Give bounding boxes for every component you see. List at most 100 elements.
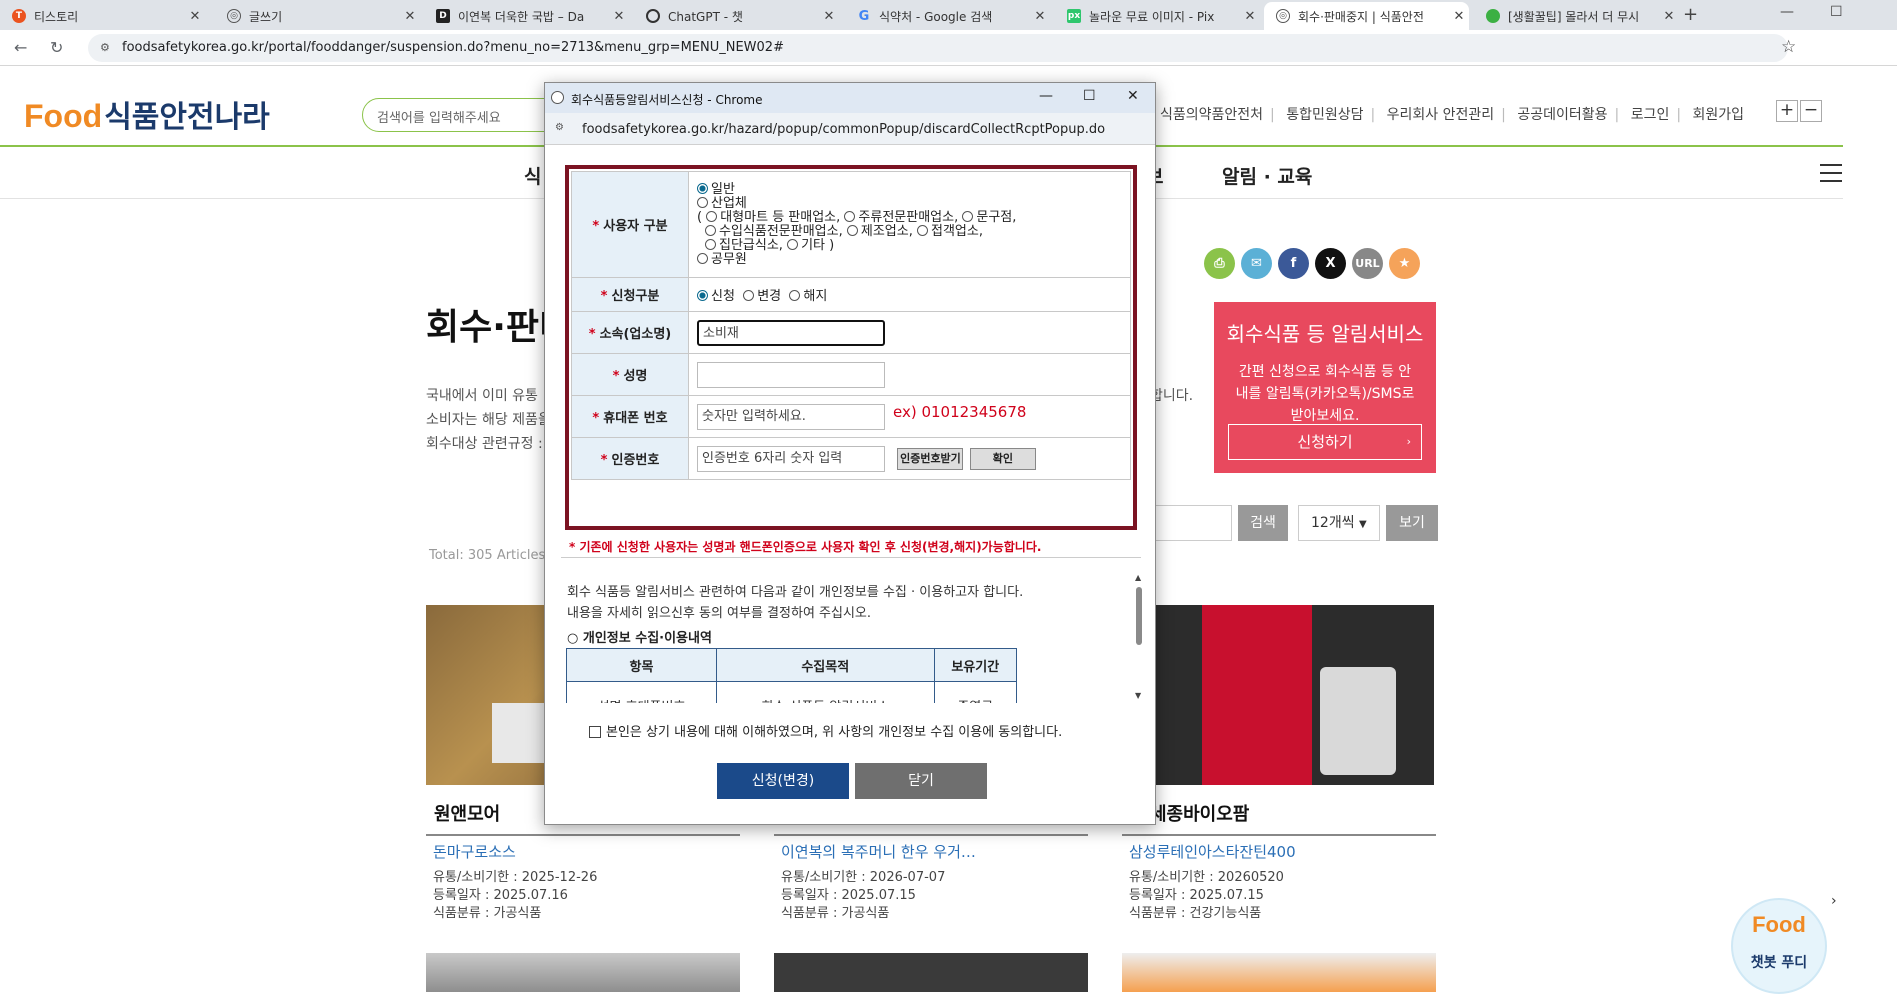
radio-stationery[interactable]: 문구점, [962, 210, 1016, 225]
product-image[interactable] [774, 953, 1088, 992]
chatbot-button[interactable]: Food 챗봇 푸디 [1731, 898, 1827, 994]
request-auth-code-button[interactable]: 인증번호받기 [897, 447, 964, 470]
confirm-auth-button[interactable]: 확인 [969, 447, 1036, 470]
product-image[interactable] [1122, 605, 1434, 785]
radio-manufacturer[interactable]: 제조업소, [846, 224, 913, 239]
gnb-menu-alert-edu[interactable]: 알림 · 교육 [1222, 162, 1312, 189]
radio-label: 해지 [803, 289, 828, 304]
promo-apply-button[interactable]: 신청하기 › [1228, 424, 1422, 460]
mail-icon[interactable]: ✉ [1241, 248, 1272, 279]
site-info-icon[interactable]: ⚙ [100, 41, 110, 54]
org-input[interactable]: 소비재 [697, 319, 885, 346]
radio-general[interactable]: 일반 [697, 182, 1130, 197]
close-tab-icon[interactable]: ✕ [819, 9, 839, 24]
privacy-consent-scrollbox[interactable]: 회수 식품등 알림서비스 관련하여 다음과 같이 개인정보를 수집 · 이용하고… [559, 573, 1143, 703]
privacy-table: 항목 수집목적 보유기간 성명,휴대폰번호 회수 식품등 알림서비스 준영구 [566, 648, 1018, 703]
close-tab-icon[interactable]: ✕ [400, 9, 420, 24]
scroll-thumb[interactable] [1136, 587, 1142, 645]
radio-change[interactable]: 변경 [743, 289, 781, 304]
close-tab-icon[interactable]: ✕ [1659, 9, 1679, 24]
browser-tab[interactable]: [생활꿀팁] 몰라서 더 무시 ✕ [1474, 2, 1679, 30]
radio-import-food-shop[interactable]: 수입식품전문판매업소, [705, 224, 843, 239]
product-link[interactable]: 이연복의 복주머니 한우 우거… [781, 841, 976, 862]
minimize-window-icon[interactable]: — [1039, 88, 1053, 104]
gnb-menu-partial[interactable]: 식 [524, 162, 541, 189]
scroll-down-icon[interactable]: ▼ [1135, 691, 1141, 700]
product-image[interactable] [426, 953, 740, 992]
site-search-input[interactable]: 검색어를 입력해주세요 [362, 98, 562, 132]
submit-apply-button[interactable]: 신청(변경) [717, 763, 849, 799]
product-link[interactable]: 돈마구로소스 [433, 841, 516, 862]
zoom-in-button[interactable]: + [1776, 100, 1798, 122]
back-icon[interactable]: ← [14, 38, 27, 57]
radio-other[interactable]: 기타 ) [787, 238, 834, 253]
radio-public-official[interactable]: 공무원 [697, 252, 1130, 267]
radio-icon [743, 290, 755, 301]
favorite-star-icon[interactable]: ★ [1389, 248, 1420, 279]
site-info-icon[interactable]: ⚙ [555, 122, 564, 133]
list-search-button[interactable]: 검색 [1238, 505, 1288, 541]
scroll-up-icon[interactable]: ▲ [1135, 573, 1141, 582]
chevron-right-icon[interactable]: › [1831, 893, 1837, 909]
bookmark-star-icon[interactable]: ☆ [1781, 37, 1796, 57]
close-tab-icon[interactable]: ✕ [609, 9, 629, 24]
hamburger-menu-icon[interactable] [1820, 164, 1842, 188]
close-popup-button[interactable]: 닫기 [855, 763, 987, 799]
radio-label: 대형마트 등 판매업소, [720, 209, 841, 225]
link-mfds[interactable]: 식품의약품안전처 [1160, 107, 1263, 123]
product-link[interactable]: 삼성루테인아스타잔틴400 [1129, 841, 1296, 862]
product-image[interactable] [1122, 953, 1436, 992]
radio-group-catering[interactable]: 집단급식소, [705, 238, 783, 253]
browser-tab[interactable]: G 식약처 - Google 검색 ✕ [845, 2, 1050, 30]
zoom-out-button[interactable]: − [1800, 100, 1822, 122]
close-tab-icon[interactable]: ✕ [1030, 9, 1050, 24]
close-tab-icon[interactable]: ✕ [185, 9, 205, 24]
print-icon[interactable]: ⎙ [1204, 248, 1235, 279]
facebook-icon[interactable]: f [1278, 248, 1309, 279]
radio-large-mart[interactable]: 대형마트 등 판매업소, [706, 210, 840, 225]
site-logo[interactable]: Food식품안전나라 [24, 92, 270, 136]
minimize-window-icon[interactable]: — [1780, 4, 1794, 20]
browser-tab-active[interactable]: ◎ 회수·판매중지 | 식품안전 ✕ [1264, 2, 1469, 30]
product-reg-date: 등록일자 : 2025.07.15 [1129, 888, 1264, 903]
radio-apply[interactable]: 신청 [697, 289, 735, 304]
view-button[interactable]: 보기 [1386, 505, 1438, 541]
globe-icon [551, 91, 564, 104]
list-search-input[interactable] [1150, 505, 1232, 541]
consent-scrollbar[interactable]: ▲ ▼ [1135, 573, 1143, 703]
agree-checkbox-row[interactable]: 본인은 상기 내용에 대해 이해하였으며, 위 사항의 개인정보 수집 이용에 … [589, 721, 1062, 740]
label-user-type: * 사용자 구분 [571, 171, 689, 278]
link-signup[interactable]: 회원가입 [1693, 107, 1745, 123]
address-bar[interactable]: ⚙ foodsafetykorea.go.kr/portal/fooddange… [88, 34, 1788, 62]
radio-cancel[interactable]: 해지 [789, 289, 827, 304]
link-company-safety[interactable]: 우리회사 안전관리 [1387, 107, 1495, 123]
url-copy-icon[interactable]: URL [1352, 248, 1383, 279]
browser-tab[interactable]: ◎ 글쓰기 ✕ [215, 2, 420, 30]
per-page-select[interactable]: 12개씩 ▼ [1298, 505, 1380, 541]
link-public-data[interactable]: 공공데이터활용 [1517, 107, 1607, 123]
maximize-window-icon[interactable]: ☐ [1083, 88, 1096, 104]
auth-code-input[interactable]: 인증번호 6자리 숫자 입력 [697, 445, 885, 472]
x-twitter-icon[interactable]: X [1315, 248, 1346, 279]
phone-input[interactable]: 숫자만 입력하세요. [697, 404, 885, 430]
link-login[interactable]: 로그인 [1631, 107, 1670, 123]
agree-checkbox[interactable] [589, 726, 601, 738]
reload-icon[interactable]: ↻ [50, 38, 63, 57]
radio-icon [917, 224, 928, 236]
close-window-icon[interactable]: ✕ [1127, 88, 1139, 104]
radio-restaurant[interactable]: 접객업소, [917, 224, 983, 239]
product-blister-pack [1320, 667, 1396, 775]
browser-tab[interactable]: D 이연복 더욱한 국밥 – Da ✕ [424, 2, 629, 30]
close-tab-icon[interactable]: ✕ [1240, 9, 1260, 24]
link-civil-consult[interactable]: 통합민원상담 [1286, 107, 1363, 123]
maximize-window-icon[interactable]: ☐ [1830, 4, 1843, 20]
radio-industry[interactable]: 산업체 [697, 196, 1130, 211]
new-tab-button[interactable]: + [1683, 4, 1698, 25]
close-tab-icon[interactable]: ✕ [1449, 9, 1469, 24]
name-input[interactable] [697, 361, 885, 388]
browser-tab[interactable]: ChatGPT - 챗 ✕ [634, 2, 839, 30]
browser-tab[interactable]: px 놀라운 무료 이미지 - Pix ✕ [1055, 2, 1260, 30]
product-label-sticker [492, 703, 547, 763]
radio-liquor-shop[interactable]: 주류전문판매업소, [844, 210, 958, 225]
browser-tab[interactable]: T 티스토리 ✕ [0, 2, 205, 30]
